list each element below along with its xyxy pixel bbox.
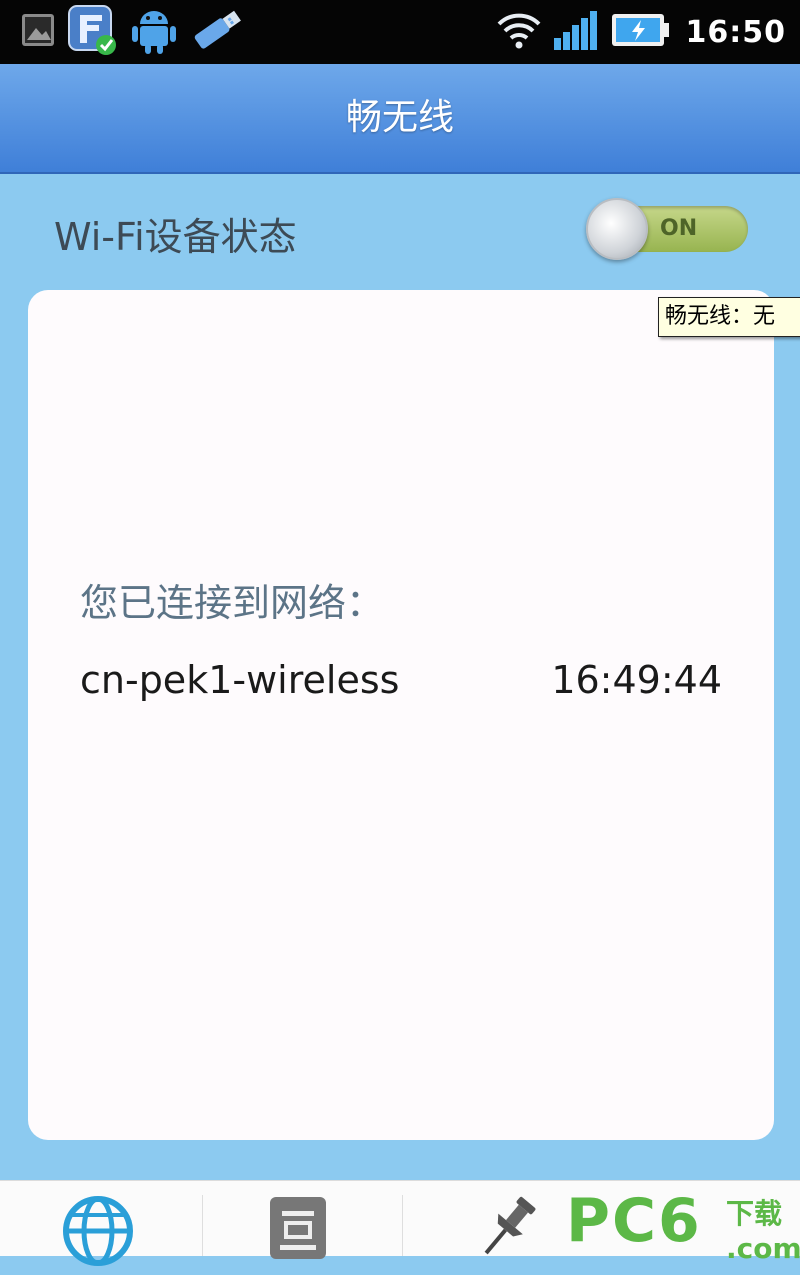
title-bar: 畅无线 (0, 64, 800, 174)
status-bar-system: 16:50 (496, 6, 787, 58)
status-bar-notifications (20, 3, 246, 61)
watermark-domain: .com (726, 1232, 800, 1265)
tooltip: 畅无线：无 (658, 297, 800, 337)
android-icon (130, 4, 178, 60)
usb-icon (188, 6, 246, 58)
watermark-sub: 下载 .com (726, 1192, 800, 1265)
tooltip-text: 畅无线：无 (665, 304, 776, 329)
nav-divider (202, 1195, 203, 1256)
connected-network-label: 您已连接到网络： (80, 581, 385, 625)
connection-time: 16:49:44 (551, 658, 722, 702)
nav-pin-button[interactable] (472, 1191, 562, 1256)
nav-globe-button[interactable] (58, 1191, 148, 1266)
nav-document-button[interactable] (262, 1191, 352, 1259)
wifi-status-label: Wi-Fi设备状态 (54, 215, 297, 259)
app-notification-icon (66, 3, 120, 61)
app-title: 畅无线 (345, 97, 454, 138)
watermark-logo: PC6 下载 .com (566, 1186, 800, 1265)
globe-icon (58, 1196, 138, 1275)
document-icon (262, 1197, 334, 1267)
pin-icon (472, 1196, 544, 1267)
nav-divider (402, 1195, 403, 1256)
status-bar: 16:50 (0, 0, 800, 64)
connection-card: 您已连接到网络： cn-pek1-wireless 16:49:44 (28, 290, 774, 1140)
battery-charging-icon (610, 10, 670, 54)
toggle-state-label: ON (660, 216, 698, 241)
image-icon (20, 12, 56, 52)
watermark-main: PC6 (566, 1186, 702, 1256)
wifi-icon (496, 10, 542, 54)
network-ssid: cn-pek1-wireless (80, 658, 400, 702)
toggle-knob[interactable] (586, 198, 648, 260)
wifi-toggle[interactable]: ON (586, 198, 750, 260)
watermark-download: 下载 (726, 1197, 783, 1230)
status-time: 16:50 (685, 14, 786, 50)
signal-icon (552, 8, 600, 56)
